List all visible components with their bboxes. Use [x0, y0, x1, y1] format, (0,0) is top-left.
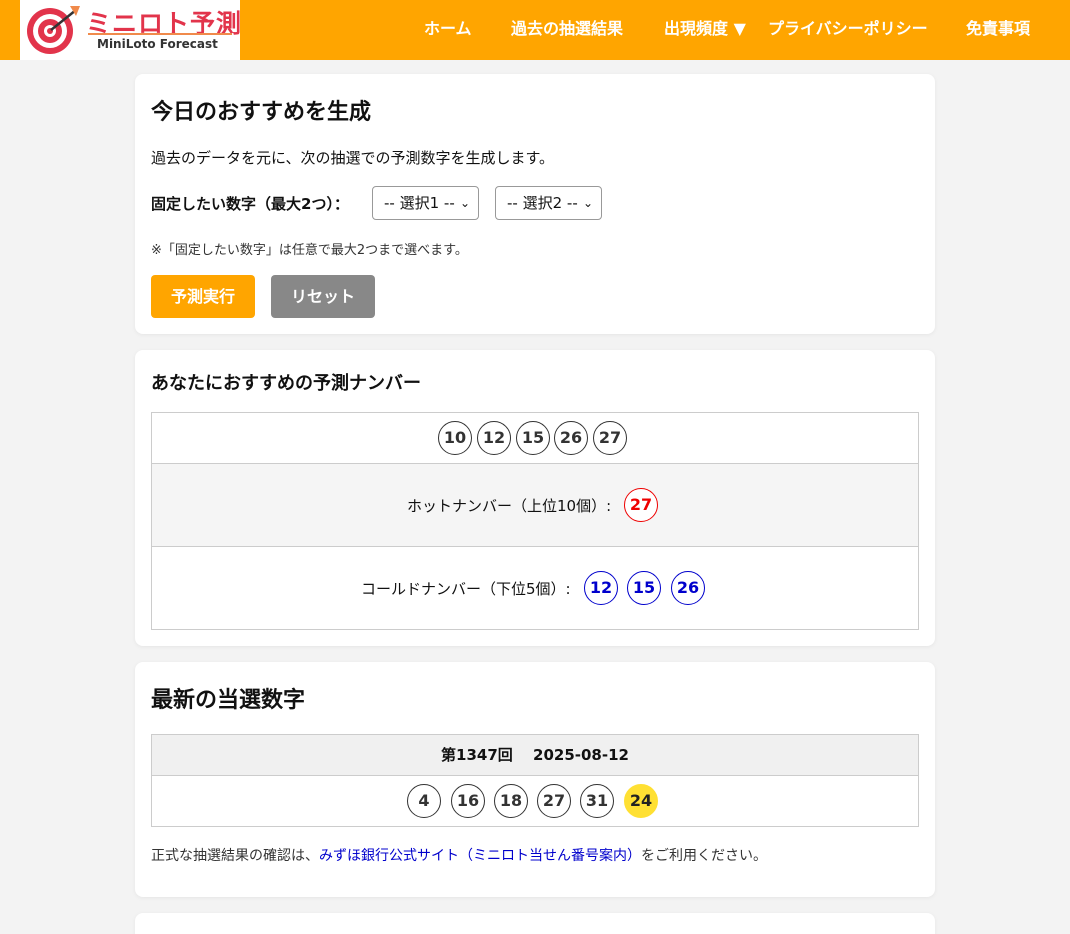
- cold-numbers-label: コールドナンバー（下位5個）:: [361, 580, 571, 598]
- nav-past-results[interactable]: 過去の抽選結果: [511, 18, 623, 40]
- cold-number-ball: 15: [627, 571, 661, 605]
- select-2-value: -- 選択2 --: [507, 194, 578, 212]
- cold-number-ball: 12: [584, 571, 618, 605]
- fixed-number-note: ※「固定したい数字」は任意で最大2つまで選べます。: [151, 243, 468, 258]
- nav-home[interactable]: ホーム: [424, 18, 472, 40]
- fixed-number-select-2[interactable]: -- 選択2 -- ⌄: [495, 186, 602, 220]
- predicted-number-ball: 12: [477, 421, 511, 455]
- bonus-number-ball: 24: [624, 784, 658, 818]
- winning-number-ball: 31: [580, 784, 614, 818]
- run-prediction-button[interactable]: 予測実行: [151, 275, 255, 318]
- mizuho-official-link[interactable]: みずほ銀行公式サイト（ミニロト当せん番号案内）: [319, 848, 641, 864]
- logo-underline: [88, 33, 232, 35]
- winning-numbers-row: 4 16 18 27 31 24: [151, 775, 919, 827]
- prediction-title: あなたにおすすめの予測ナンバー: [151, 373, 421, 394]
- generate-card: 今日のおすすめを生成 過去のデータを元に、次の抽選での予測数字を生成します。 固…: [135, 74, 935, 334]
- predicted-number-ball: 26: [554, 421, 588, 455]
- next-section-card: [135, 913, 935, 934]
- chevron-down-icon: ⌄: [582, 196, 593, 210]
- fixed-number-select-1[interactable]: -- 選択1 -- ⌄: [372, 186, 479, 220]
- target-icon: [27, 6, 80, 54]
- winning-number-ball: 18: [494, 784, 528, 818]
- nav-frequency-dropdown[interactable]: 出現頻度 ▼: [664, 18, 746, 40]
- site-header: ミニロト予測 MiniLoto Forecast ホーム 過去の抽選結果 出現頻…: [0, 0, 1070, 60]
- cold-number-ball: 26: [671, 571, 705, 605]
- official-note-suffix: をご利用ください。: [641, 848, 767, 864]
- official-results-note: 正式な抽選結果の確認は、みずほ銀行公式サイト（ミニロト当せん番号案内）をご利用く…: [151, 845, 767, 865]
- select-1-value: -- 選択1 --: [384, 194, 455, 212]
- winning-number-ball: 4: [407, 784, 441, 818]
- prediction-card: あなたにおすすめの予測ナンバー 10 12 15 26 27 ホットナンバー（上…: [135, 350, 935, 646]
- draw-header-row: 第1347回 2025-08-12: [151, 734, 919, 776]
- site-logo[interactable]: ミニロト予測 MiniLoto Forecast: [20, 0, 241, 60]
- winning-number-ball: 16: [451, 784, 485, 818]
- hot-numbers-row: ホットナンバー（上位10個）: 27: [151, 463, 919, 547]
- draw-header: 第1347回 2025-08-12: [441, 746, 629, 764]
- generate-title: 今日のおすすめを生成: [151, 100, 372, 125]
- official-note-prefix: 正式な抽選結果の確認は、: [151, 848, 319, 864]
- chevron-down-icon: ⌄: [459, 196, 470, 210]
- predicted-numbers-row: 10 12 15 26 27: [151, 412, 919, 464]
- hot-numbers-label: ホットナンバー（上位10個）:: [407, 497, 612, 515]
- winning-number-ball: 27: [537, 784, 571, 818]
- predicted-number-ball: 15: [516, 421, 550, 455]
- predicted-number-ball: 27: [593, 421, 627, 455]
- generate-description: 過去のデータを元に、次の抽選での予測数字を生成します。: [151, 149, 555, 167]
- hot-number-ball: 27: [624, 488, 658, 522]
- nav-privacy-policy[interactable]: プライバシーポリシー: [768, 18, 928, 40]
- fixed-number-label: 固定したい数字（最大2つ）：: [151, 195, 349, 213]
- latest-results-title: 最新の当選数字: [151, 688, 306, 713]
- cold-numbers-row: コールドナンバー（下位5個）: 12 15 26: [151, 546, 919, 630]
- predicted-number-ball: 10: [438, 421, 472, 455]
- logo-subtitle: MiniLoto Forecast: [97, 37, 218, 51]
- nav-disclaimer[interactable]: 免責事項: [966, 18, 1030, 40]
- reset-button[interactable]: リセット: [271, 275, 375, 318]
- latest-results-card: 最新の当選数字 第1347回 2025-08-12 4 16 18 27 31 …: [135, 662, 935, 897]
